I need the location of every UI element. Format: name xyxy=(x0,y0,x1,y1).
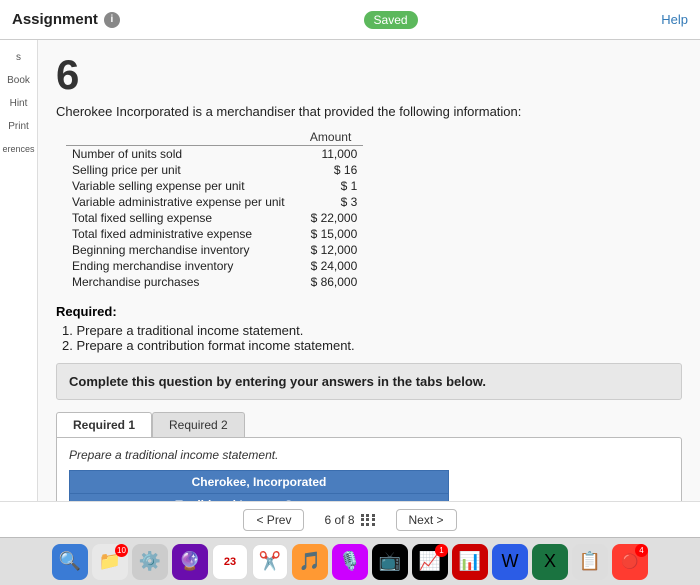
sidebar-item-hint[interactable]: Hint xyxy=(0,94,37,113)
dock-files[interactable]: 📁10 xyxy=(92,544,128,580)
table-row: Total fixed administrative expense $ 15,… xyxy=(66,226,363,242)
dock-badge-alert: 4 xyxy=(635,544,648,557)
tab-required-2[interactable]: Required 2 xyxy=(152,412,245,437)
table-row: Beginning merchandise inventory $ 12,000 xyxy=(66,242,363,258)
main-content: 6 Cherokee Incorporated is a merchandise… xyxy=(38,40,700,537)
table-row: Number of units sold 11,000 xyxy=(66,146,363,163)
dock-badge-files: 10 xyxy=(115,544,128,557)
amount-col-header: Amount xyxy=(305,129,364,146)
dock-word[interactable]: W xyxy=(492,544,528,580)
prev-button[interactable]: < Prev xyxy=(243,509,304,531)
top-bar: Assignment i Saved Help xyxy=(0,0,700,40)
complete-box: Complete this question by entering your … xyxy=(56,363,682,400)
info-icon[interactable]: i xyxy=(104,12,120,28)
table-row: Variable selling expense per unit $ 1 xyxy=(66,178,363,194)
saved-badge: Saved xyxy=(364,11,418,29)
table-row: Total fixed selling expense $ 22,000 xyxy=(66,210,363,226)
dock-scissors[interactable]: ✂️ xyxy=(252,544,288,580)
problem-description: Cherokee Incorporated is a merchandiser … xyxy=(56,104,682,119)
dock-system[interactable]: ⚙️ xyxy=(132,544,168,580)
table-row: Merchandise purchases $ 86,000 xyxy=(66,274,363,290)
page-counter: 6 of 8 xyxy=(324,513,354,527)
label-col-header xyxy=(66,129,305,146)
tab-required-1[interactable]: Required 1 xyxy=(56,412,152,437)
data-table: Amount Number of units sold 11,000 Selli… xyxy=(66,129,363,290)
sidebar-item-s[interactable]: s xyxy=(0,48,37,67)
table-row: Selling price per unit $ 16 xyxy=(66,162,363,178)
table-row: Variable administrative expense per unit… xyxy=(66,194,363,210)
dock: 🔍 📁10 ⚙️ 🔮 23 ✂️ 🎵 🎙️ 📺 📈1 📊 W X 📋 🔴4 xyxy=(0,537,700,585)
dock-badge-stocks: 1 xyxy=(435,544,448,557)
dock-calendar[interactable]: 23 xyxy=(212,544,248,580)
sidebar-item-book[interactable]: Book xyxy=(0,71,37,90)
dock-tv[interactable]: 📺 xyxy=(372,544,408,580)
dock-siri[interactable]: 🔮 xyxy=(172,544,208,580)
grid-icon xyxy=(361,514,376,526)
tab-instruction: Prepare a traditional income statement. xyxy=(69,448,669,462)
page-number: 6 xyxy=(56,54,682,96)
table-row: Ending merchandise inventory $ 24,000 xyxy=(66,258,363,274)
required-title: Required: xyxy=(56,304,682,319)
dock-powerpoint[interactable]: 📊 xyxy=(452,544,488,580)
dock-excel[interactable]: X xyxy=(532,544,568,580)
dock-music[interactable]: 🎵 xyxy=(292,544,328,580)
dock-finder[interactable]: 🔍 xyxy=(52,544,88,580)
dock-stocks[interactable]: 📈1 xyxy=(412,544,448,580)
bottom-nav: < Prev 6 of 8 Next > xyxy=(0,501,700,537)
dock-alert[interactable]: 🔴4 xyxy=(612,544,648,580)
sidebar-item-references[interactable]: erences xyxy=(0,140,37,158)
page-info: 6 of 8 xyxy=(324,513,375,527)
dock-misc1[interactable]: 📋 xyxy=(572,544,608,580)
tabs-container: Required 1 Required 2 xyxy=(56,412,682,437)
page-title: Assignment xyxy=(12,11,98,28)
help-link[interactable]: Help xyxy=(661,12,688,27)
required-section: Required: 1. Prepare a traditional incom… xyxy=(56,304,682,353)
dock-podcasts[interactable]: 🎙️ xyxy=(332,544,368,580)
required-item-2: 2. Prepare a contribution format income … xyxy=(62,338,682,353)
top-bar-left: Assignment i xyxy=(12,11,120,28)
sidebar: s Book Hint Print erences xyxy=(0,40,38,537)
sidebar-item-print[interactable]: Print xyxy=(0,117,37,136)
company-name-header: Cherokee, Incorporated xyxy=(70,471,449,494)
required-item-1: 1. Prepare a traditional income statemen… xyxy=(62,323,682,338)
next-button[interactable]: Next > xyxy=(396,509,457,531)
